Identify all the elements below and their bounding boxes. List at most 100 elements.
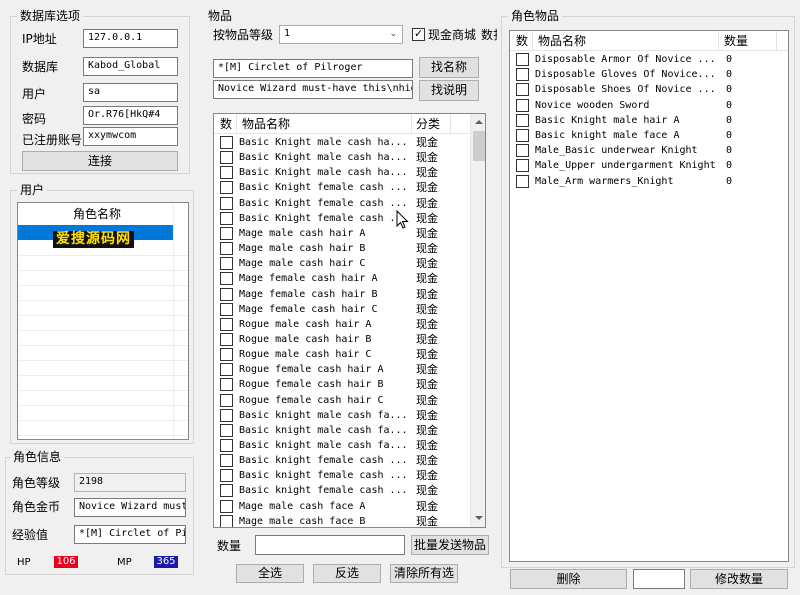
registered-account-input[interactable]: xxymwcom <box>83 127 178 146</box>
char-item-row-checkbox[interactable] <box>516 98 529 112</box>
item-row[interactable]: Mage female cash hair B 现金 <box>214 287 470 302</box>
item-row[interactable]: Basic Knight male cash ha... 现金 <box>214 150 470 165</box>
batch-send-button[interactable]: 批量发送物品 <box>411 535 489 555</box>
item-row-checkbox[interactable] <box>220 363 233 377</box>
qty-input[interactable] <box>255 535 405 555</box>
item-row-checkbox[interactable] <box>220 272 233 286</box>
item-row-checkbox[interactable] <box>220 136 233 149</box>
item-row[interactable]: Rogue male cash hair A 现金 <box>214 317 470 332</box>
item-row-checkbox[interactable] <box>220 257 233 271</box>
char-item-row-checkbox[interactable] <box>516 174 529 188</box>
item-row-checkbox[interactable] <box>220 423 233 437</box>
char-item-row[interactable]: Male_Basic underwear Knight 0 <box>510 143 788 158</box>
item-row-checkbox[interactable] <box>220 348 233 362</box>
item-row[interactable]: Basic Knight female cash ... 现金 <box>214 211 470 226</box>
char-item-row[interactable]: Basic Knight male hair A 0 <box>510 113 788 128</box>
item-row-checkbox[interactable] <box>220 439 233 452</box>
char-gold-input[interactable]: Novice Wizard must <box>74 498 186 517</box>
items-scrollbar[interactable] <box>470 114 485 527</box>
char-item-row-checkbox[interactable] <box>516 159 529 173</box>
item-row-checkbox[interactable] <box>220 317 233 331</box>
char-item-row[interactable]: Novice wooden Sword 0 <box>510 98 788 113</box>
item-row[interactable]: Basic Knight male cash ha... 现金 <box>214 135 470 150</box>
item-row-checkbox[interactable] <box>220 211 233 225</box>
select-all-button[interactable]: 全选 <box>236 564 304 583</box>
qty-edit-input[interactable] <box>633 569 685 589</box>
char-item-row[interactable]: Basic knight male face A 0 <box>510 128 788 143</box>
item-row[interactable]: Rogue female cash hair A 现金 <box>214 362 470 377</box>
item-row[interactable]: Basic knight female cash ... 现金 <box>214 468 470 483</box>
item-row[interactable]: Rogue female cash hair C 现金 <box>214 393 470 408</box>
char-item-row-checkbox[interactable] <box>516 53 529 66</box>
item-row-checkbox[interactable] <box>220 378 233 392</box>
item-row-checkbox[interactable] <box>220 287 233 301</box>
item-row[interactable]: Basic Knight female cash ... 现金 <box>214 196 470 211</box>
ip-input[interactable]: 127.0.0.1 <box>83 29 178 48</box>
item-row-checkbox[interactable] <box>220 166 233 180</box>
char-item-row-checkbox[interactable] <box>516 113 529 127</box>
clear-selection-button[interactable]: 清除所有选 <box>390 564 458 583</box>
char-item-row-checkbox[interactable] <box>516 129 529 142</box>
item-row[interactable]: Mage male cash face B 现金 <box>214 514 470 527</box>
item-row[interactable]: Rogue male cash hair C 现金 <box>214 347 470 362</box>
search-name-input[interactable]: *[M] Circlet of Pilroger <box>213 59 413 78</box>
char-item-row[interactable]: Disposable Shoes Of Novice ... 0 <box>510 82 788 97</box>
item-row[interactable]: Basic knight male cash fa... 现金 <box>214 438 470 453</box>
find-desc-button[interactable]: 找说明 <box>419 80 479 101</box>
item-row[interactable]: Mage male cash hair C 现金 <box>214 256 470 271</box>
database-input[interactable]: Kabod_Global <box>83 57 178 76</box>
item-row-checkbox[interactable] <box>220 242 233 256</box>
search-desc-input[interactable]: Novice Wizard must-have this\nhigh <box>213 80 413 99</box>
item-row-checkbox[interactable] <box>220 151 233 165</box>
char-item-row[interactable]: Male_Arm warmers_Knight 0 <box>510 174 788 189</box>
items-scroll-thumb[interactable] <box>473 131 485 161</box>
item-row-checkbox[interactable] <box>220 181 233 195</box>
item-row[interactable]: Basic Knight male cash ha... 现金 <box>214 165 470 180</box>
item-row-checkbox[interactable] <box>220 332 233 346</box>
char-item-row[interactable]: Disposable Gloves Of Novice... 0 <box>510 67 788 82</box>
item-row[interactable]: Basic knight male cash fa... 现金 <box>214 423 470 438</box>
item-row-checkbox[interactable] <box>220 393 233 407</box>
char-items-list[interactable]: 数 物品名称 数量 Disposable Armor Of Novice ...… <box>509 30 789 562</box>
find-name-button[interactable]: 找名称 <box>419 57 479 78</box>
item-row-checkbox[interactable] <box>220 408 233 422</box>
delete-button[interactable]: 删除 <box>510 569 627 589</box>
char-level-input[interactable]: 2198 <box>74 473 186 492</box>
item-row[interactable]: Mage male cash hair B 现金 <box>214 241 470 256</box>
cash-shop-checkbox[interactable]: ✓ <box>412 27 425 41</box>
scroll-down-icon[interactable] <box>475 516 483 520</box>
items-list[interactable]: 数 物品名称 分类 Basic Knight male cash ha... 现金… <box>213 113 486 528</box>
connect-button[interactable]: 连接 <box>22 151 178 171</box>
char-item-row-checkbox[interactable] <box>516 68 529 82</box>
item-row[interactable]: Mage male cash face A 现金 <box>214 499 470 514</box>
item-row-checkbox[interactable] <box>220 226 233 240</box>
item-row[interactable]: Mage female cash hair C 现金 <box>214 302 470 317</box>
char-item-row[interactable]: Disposable Armor Of Novice ... 0 <box>510 52 788 67</box>
item-row[interactable]: Basic knight male cash fa... 现金 <box>214 408 470 423</box>
users-list[interactable]: 角色名称 爱搜源码网 <box>17 202 189 440</box>
char-item-row-checkbox[interactable] <box>516 144 529 158</box>
invert-selection-button[interactable]: 反选 <box>313 564 381 583</box>
exp-input[interactable]: *[M] Circlet of Pil <box>74 525 186 544</box>
modify-qty-button[interactable]: 修改数量 <box>690 569 788 589</box>
user-input[interactable]: sa <box>83 83 178 102</box>
item-row-checkbox[interactable] <box>220 499 233 513</box>
item-row-checkbox[interactable] <box>220 454 233 468</box>
item-row-checkbox[interactable] <box>220 469 233 483</box>
item-row[interactable]: Basic knight female cash ... 现金 <box>214 483 470 498</box>
item-row[interactable]: Basic Knight female cash ... 现金 <box>214 180 470 195</box>
char-item-row[interactable]: Male_Upper undergarment Knight 0 <box>510 158 788 173</box>
item-row[interactable]: Mage male cash hair A 现金 <box>214 226 470 241</box>
item-row-checkbox[interactable] <box>220 484 233 498</box>
item-row-checkbox[interactable] <box>220 196 233 210</box>
password-input[interactable]: Or.R76[HkQ#4 <box>83 106 178 125</box>
scroll-up-icon[interactable] <box>475 120 483 124</box>
item-row[interactable]: Rogue male cash hair B 现金 <box>214 332 470 347</box>
item-row[interactable]: Mage female cash hair A 现金 <box>214 271 470 286</box>
item-row[interactable]: Rogue female cash hair B 现金 <box>214 377 470 392</box>
char-item-row-checkbox[interactable] <box>516 83 529 97</box>
level-select[interactable]: 1 ⌄ <box>279 25 403 44</box>
item-row-checkbox[interactable] <box>220 514 233 527</box>
item-row[interactable]: Basic knight female cash ... 现金 <box>214 453 470 468</box>
item-row-checkbox[interactable] <box>220 302 233 316</box>
